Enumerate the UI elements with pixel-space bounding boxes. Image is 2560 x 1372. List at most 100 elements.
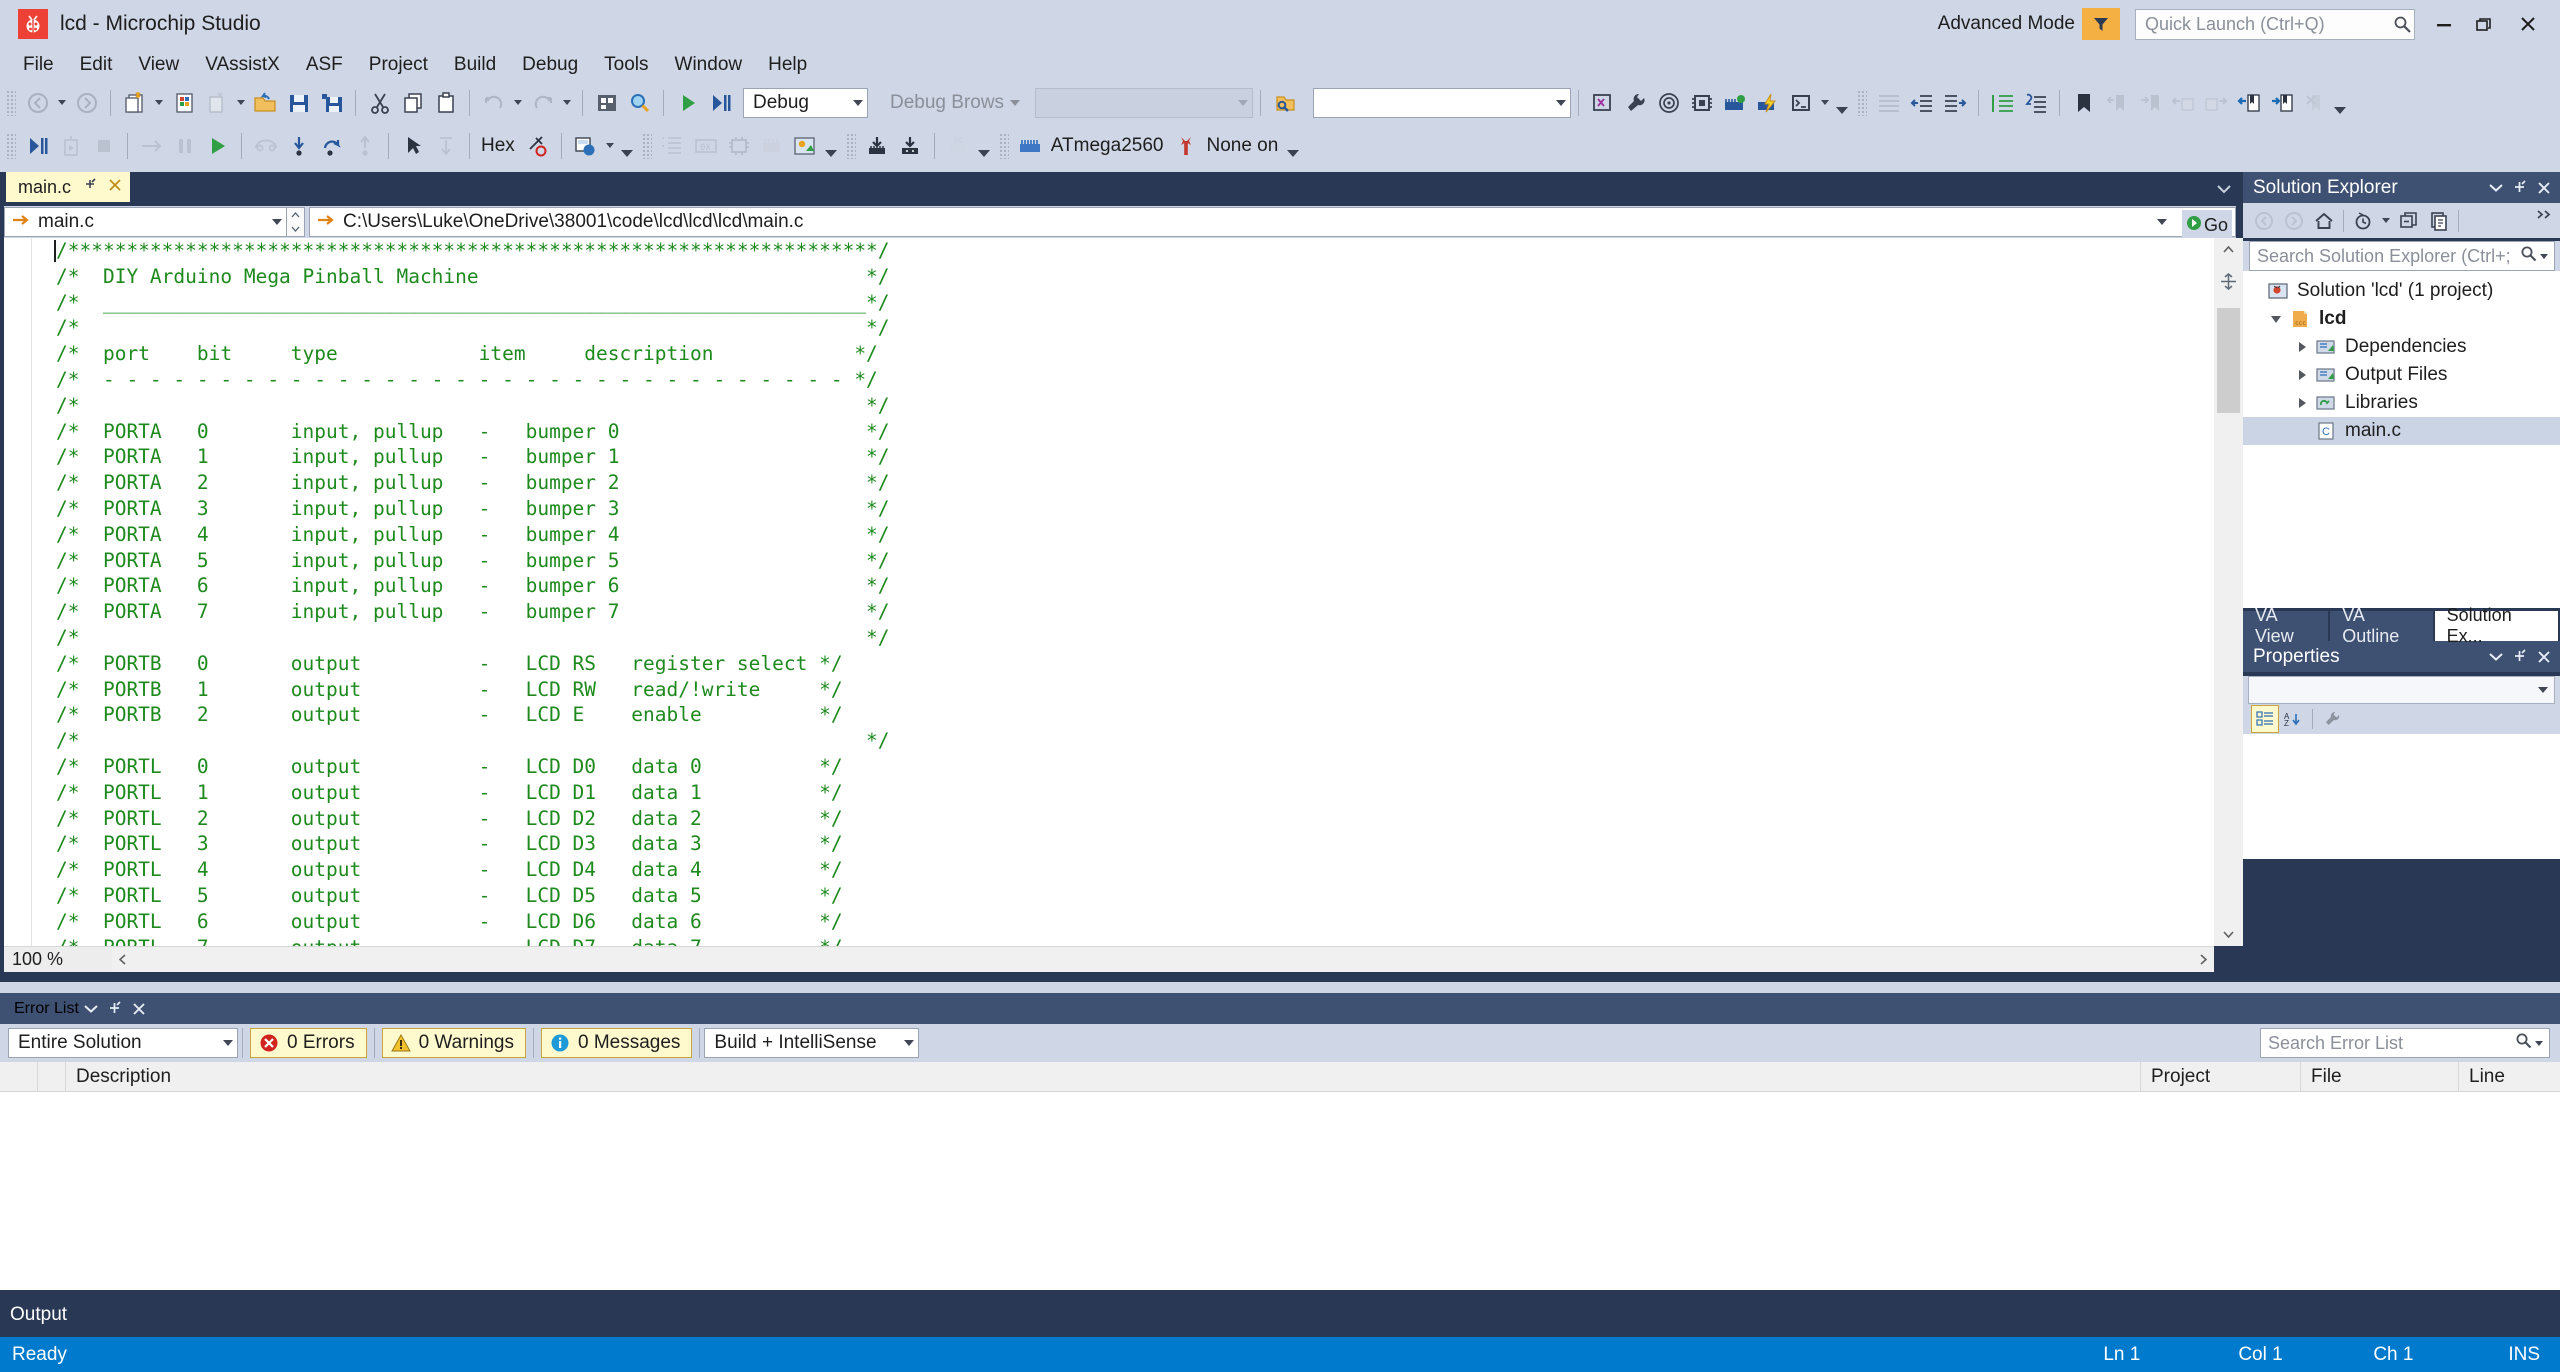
chevron-down-icon[interactable] xyxy=(79,997,103,1021)
menu-asf[interactable]: ASF xyxy=(293,51,356,79)
pin-icon[interactable] xyxy=(103,997,127,1021)
copy-icon[interactable] xyxy=(396,86,429,119)
chevron-down-icon[interactable] xyxy=(2157,219,2167,225)
close-icon[interactable] xyxy=(2508,10,2548,38)
hex-label[interactable]: Hex xyxy=(481,135,515,157)
toolbar-overflow-icon[interactable] xyxy=(2331,86,2349,119)
flash-device-icon[interactable] xyxy=(894,129,927,162)
set-next-statement-icon[interactable] xyxy=(429,129,462,162)
break-all-icon[interactable] xyxy=(168,129,201,162)
find-icon[interactable] xyxy=(623,86,656,119)
format-icon[interactable] xyxy=(2019,86,2052,119)
collapse-all-icon[interactable] xyxy=(2394,206,2424,236)
start-debugging-icon[interactable] xyxy=(671,86,704,119)
zoom-level[interactable]: 100 % xyxy=(4,949,112,970)
toggle-bookmark-icon[interactable] xyxy=(2067,86,2100,119)
output-panel-tab[interactable]: Output xyxy=(0,1293,2560,1337)
open-folder-icon[interactable] xyxy=(249,86,282,119)
command-prompt-caret-icon[interactable] xyxy=(1817,86,1833,119)
next-bookmark-icon[interactable] xyxy=(2133,86,2166,119)
tab-solution-explorer[interactable]: Solution Ex... xyxy=(2435,611,2558,641)
prev-bookmark-icon[interactable] xyxy=(2100,86,2133,119)
menu-project[interactable]: Project xyxy=(356,51,441,79)
scroll-up-icon[interactable] xyxy=(2214,238,2243,262)
pin-icon[interactable] xyxy=(2508,645,2532,669)
continue-icon[interactable] xyxy=(201,129,234,162)
error-list-rows[interactable] xyxy=(0,1092,2560,1290)
tree-item-solution[interactable]: Solution 'lcd' (1 project) xyxy=(2243,277,2560,305)
device-chip-icon[interactable] xyxy=(1014,129,1047,162)
source-code-text[interactable]: /***************************************… xyxy=(56,238,890,946)
flash-icon[interactable] xyxy=(1751,86,1784,119)
next-bookmark-doc-icon[interactable] xyxy=(2265,86,2298,119)
chevron-down-icon[interactable] xyxy=(2484,645,2508,669)
toolbar-overflow-icon[interactable] xyxy=(975,129,993,162)
target-icon[interactable] xyxy=(1652,86,1685,119)
column-header-line[interactable]: Line xyxy=(2459,1062,2559,1092)
registers-icon[interactable]: 0X xyxy=(690,129,723,162)
scroll-down-icon[interactable] xyxy=(2214,922,2243,946)
toolbar-grip[interactable] xyxy=(642,133,652,159)
spin-up-icon[interactable] xyxy=(287,208,304,222)
close-icon[interactable] xyxy=(2532,645,2556,669)
undo-caret-icon[interactable] xyxy=(510,86,526,119)
restore-icon[interactable] xyxy=(2464,10,2504,38)
stop-debugging-icon[interactable] xyxy=(87,129,120,162)
solution-tree[interactable]: Solution 'lcd' (1 project) ccc lcd Depen… xyxy=(2243,271,2560,608)
chevron-down-icon[interactable] xyxy=(2484,176,2508,200)
menu-tools[interactable]: Tools xyxy=(591,51,661,79)
funnel-icon[interactable] xyxy=(2082,8,2120,40)
program-device-icon[interactable] xyxy=(861,129,894,162)
clear-bookmarks-icon[interactable] xyxy=(2298,86,2331,119)
pending-changes-icon[interactable] xyxy=(2348,206,2378,236)
toolbar-grip[interactable] xyxy=(6,90,16,116)
quick-launch-input[interactable]: Quick Launch (Ctrl+Q) xyxy=(2135,9,2415,40)
nav-scope-combo[interactable]: main.c xyxy=(4,207,287,237)
file-path-bar[interactable]: C:\Users\Luke\OneDrive\38001\code\lcd\lc… xyxy=(309,207,2236,237)
tree-item-libraries[interactable]: Libraries xyxy=(2243,389,2560,417)
add-item-caret-icon[interactable] xyxy=(233,86,249,119)
chevron-overflow-icon[interactable] xyxy=(2536,207,2554,225)
twisty-collapsed-icon[interactable] xyxy=(2291,342,2313,352)
new-item-caret-icon[interactable] xyxy=(151,86,167,119)
step-icon[interactable] xyxy=(21,129,54,162)
twisty-collapsed-icon[interactable] xyxy=(2291,370,2313,380)
step-out-icon[interactable] xyxy=(348,129,381,162)
editor-vertical-scrollbar[interactable] xyxy=(2214,238,2243,946)
menu-file[interactable]: File xyxy=(10,51,67,79)
tool-icon[interactable] xyxy=(1169,129,1202,162)
back-icon[interactable] xyxy=(2249,206,2279,236)
tree-item-dependencies[interactable]: Dependencies xyxy=(2243,333,2560,361)
paste-icon[interactable] xyxy=(429,86,462,119)
search-icon[interactable] xyxy=(2515,1032,2532,1054)
properties-grid[interactable] xyxy=(2243,734,2560,859)
erase-device-icon[interactable] xyxy=(942,129,975,162)
errors-filter-toggle[interactable]: 0 Errors xyxy=(250,1028,367,1058)
pin-icon[interactable] xyxy=(2508,176,2532,200)
toggle-window-icon[interactable] xyxy=(1586,86,1619,119)
toolbar-grip[interactable] xyxy=(6,133,16,159)
redo-caret-icon[interactable] xyxy=(559,86,575,119)
toolbar-overflow-icon[interactable] xyxy=(1833,86,1851,119)
command-prompt-icon[interactable] xyxy=(1784,86,1817,119)
error-scope-combo[interactable]: Entire Solution xyxy=(8,1028,238,1058)
undo-icon[interactable] xyxy=(477,86,510,119)
error-source-combo[interactable]: Build + IntelliSense xyxy=(704,1028,919,1058)
tab-va-view[interactable]: VA View xyxy=(2243,611,2328,641)
scrollbar-split-handle[interactable] xyxy=(2215,266,2242,296)
home-icon[interactable] xyxy=(2309,206,2339,236)
pending-changes-caret-icon[interactable] xyxy=(2378,206,2394,236)
navigate-back-icon[interactable] xyxy=(21,86,54,119)
find-in-files-icon[interactable] xyxy=(590,86,623,119)
project-search-icon[interactable] xyxy=(1268,86,1301,119)
scroll-right-icon[interactable] xyxy=(2192,948,2214,972)
toolbar-overflow-icon[interactable] xyxy=(822,129,840,162)
twisty-expanded-icon[interactable] xyxy=(2265,316,2287,323)
prev-bookmark-folder-icon[interactable] xyxy=(2166,86,2199,119)
toolbar-grip[interactable] xyxy=(1857,90,1867,116)
close-icon[interactable] xyxy=(2532,176,2556,200)
search-scope-caret-icon[interactable] xyxy=(2532,1030,2546,1056)
navigate-back-caret-icon[interactable] xyxy=(54,86,70,119)
menu-debug[interactable]: Debug xyxy=(509,51,591,79)
error-list-search-input[interactable]: Search Error List xyxy=(2260,1028,2550,1058)
